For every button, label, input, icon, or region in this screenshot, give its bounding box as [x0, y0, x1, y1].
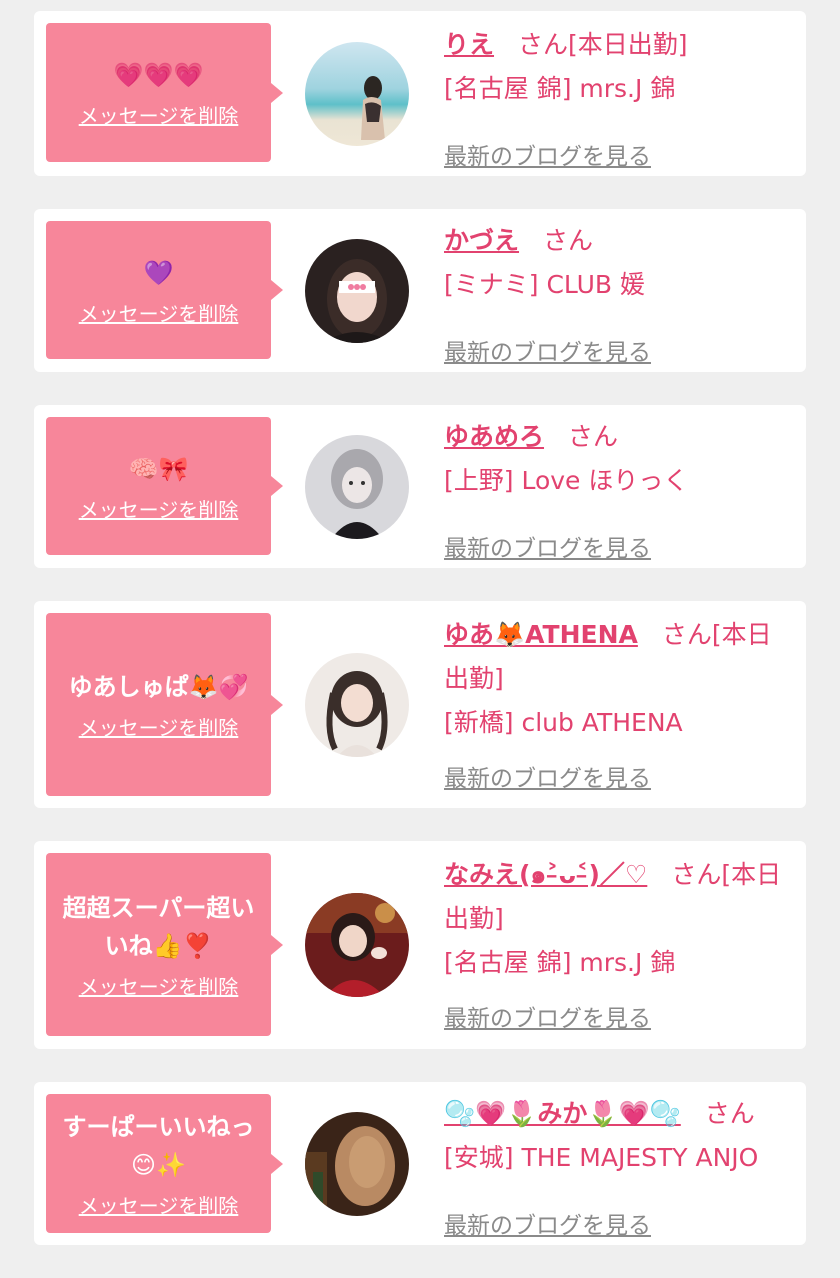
cast-info: ゆあめろ さん [上野] Love ほりっく 最新のブログを見る: [444, 415, 792, 562]
latest-blog-link[interactable]: 最新のブログを見る: [444, 529, 651, 563]
delete-message-link[interactable]: メッセージを削除: [79, 100, 239, 129]
message-card: 超超スーパー超いいね👍❣️ メッセージを削除 なみえ(๑˃̵ᴗ˂̵)／♡ さん[本…: [34, 841, 806, 1049]
delete-message-link[interactable]: メッセージを削除: [79, 1190, 239, 1219]
message-bubble: 💜 メッセージを削除: [46, 221, 283, 359]
honorific-text: さん[本日出勤]: [518, 30, 688, 59]
shop-text: [安城] THE MAJESTY ANJO: [444, 1143, 759, 1172]
latest-blog-link[interactable]: 最新のブログを見る: [444, 1206, 651, 1240]
avatar[interactable]: [305, 435, 409, 539]
avatar[interactable]: [305, 1112, 409, 1216]
delete-message-link[interactable]: メッセージを削除: [79, 971, 239, 1000]
message-text: 💗💗💗: [113, 61, 204, 89]
message-card: 🧠🎀 メッセージを削除 ゆあめろ さん [上野] Love ほりっく 最新のブログ…: [34, 405, 806, 568]
latest-blog-link[interactable]: 最新のブログを見る: [444, 137, 651, 171]
message-card: ゆあしゅぱ🦊💞 メッセージを削除 ゆあ🦊ATHENA さん[本日出勤] [新橋] …: [34, 601, 806, 808]
avatar[interactable]: [305, 653, 409, 757]
cast-info: なみえ(๑˃̵ᴗ˂̵)／♡ さん[本日出勤] [名古屋 錦] mrs.J 錦 最新…: [444, 853, 792, 1032]
message-list: 💗💗💗 メッセージを削除 りえ さん[本日出勤] [名古屋 錦] mrs.J 錦…: [34, 11, 806, 1278]
honorific-text: さん: [543, 226, 594, 255]
honorific-text: さん: [568, 422, 619, 451]
shop-text: [新橋] club ATHENA: [444, 708, 683, 737]
message-text: ゆあしゅぱ🦊💞: [68, 673, 249, 701]
message-bubble: ゆあしゅぱ🦊💞 メッセージを削除: [46, 613, 283, 796]
shop-text: [ミナミ] CLUB 媛: [444, 270, 645, 299]
cast-name-link[interactable]: 🫧💗🌷みか🌷💗🫧: [444, 1099, 681, 1128]
shop-text: [名古屋 錦] mrs.J 錦: [444, 948, 676, 977]
avatar[interactable]: [305, 42, 409, 146]
cast-info: ゆあ🦊ATHENA さん[本日出勤] [新橋] club ATHENA 最新のブロ…: [444, 613, 792, 792]
delete-message-link[interactable]: メッセージを削除: [79, 712, 239, 741]
cast-name-link[interactable]: りえ: [444, 30, 494, 59]
avatar[interactable]: [305, 239, 409, 343]
avatar[interactable]: [305, 893, 409, 997]
latest-blog-link[interactable]: 最新のブログを見る: [444, 333, 651, 367]
message-bubble: 🧠🎀 メッセージを削除: [46, 417, 283, 555]
cast-name-link[interactable]: ゆあめろ: [444, 422, 544, 451]
shop-text: [名古屋 錦] mrs.J 錦: [444, 74, 676, 103]
honorific-text: さん: [704, 1099, 755, 1128]
latest-blog-link[interactable]: 最新のブログを見る: [444, 999, 651, 1033]
latest-blog-link[interactable]: 最新のブログを見る: [444, 759, 651, 793]
message-card: すーぱーいいねっ😊✨ メッセージを削除 🫧💗🌷みか🌷💗🫧 さん [安城] THE …: [34, 1082, 806, 1245]
cast-info: かづえ さん [ミナミ] CLUB 媛 最新のブログを見る: [444, 219, 792, 366]
shop-text: [上野] Love ほりっく: [444, 466, 689, 495]
cast-info: 🫧💗🌷みか🌷💗🫧 さん [安城] THE MAJESTY ANJO 最新のブログを…: [444, 1092, 792, 1239]
cast-name-link[interactable]: ゆあ🦊ATHENA: [444, 620, 638, 649]
delete-message-link[interactable]: メッセージを削除: [79, 494, 239, 523]
message-text: 🧠🎀: [128, 454, 189, 483]
message-bubble: すーぱーいいねっ😊✨ メッセージを削除: [46, 1094, 283, 1233]
message-text: 💜: [143, 258, 174, 287]
delete-message-link[interactable]: メッセージを削除: [79, 298, 239, 327]
cast-info: りえ さん[本日出勤] [名古屋 錦] mrs.J 錦 最新のブログを見る: [444, 23, 792, 170]
message-bubble: 💗💗💗 メッセージを削除: [46, 23, 283, 162]
message-bubble: 超超スーパー超いいね👍❣️ メッセージを削除: [46, 853, 283, 1036]
message-card: 💜 メッセージを削除 かづえ さん [ミナミ] CLUB 媛 最新のブログを見る: [34, 209, 806, 372]
cast-name-link[interactable]: なみえ(๑˃̵ᴗ˂̵)／♡: [444, 860, 647, 889]
message-card: 💗💗💗 メッセージを削除 りえ さん[本日出勤] [名古屋 錦] mrs.J 錦…: [34, 11, 806, 176]
cast-name-link[interactable]: かづえ: [444, 226, 519, 255]
message-text: すーぱーいいねっ😊✨: [62, 1113, 255, 1179]
message-text: 超超スーパー超いいね👍❣️: [62, 894, 255, 960]
